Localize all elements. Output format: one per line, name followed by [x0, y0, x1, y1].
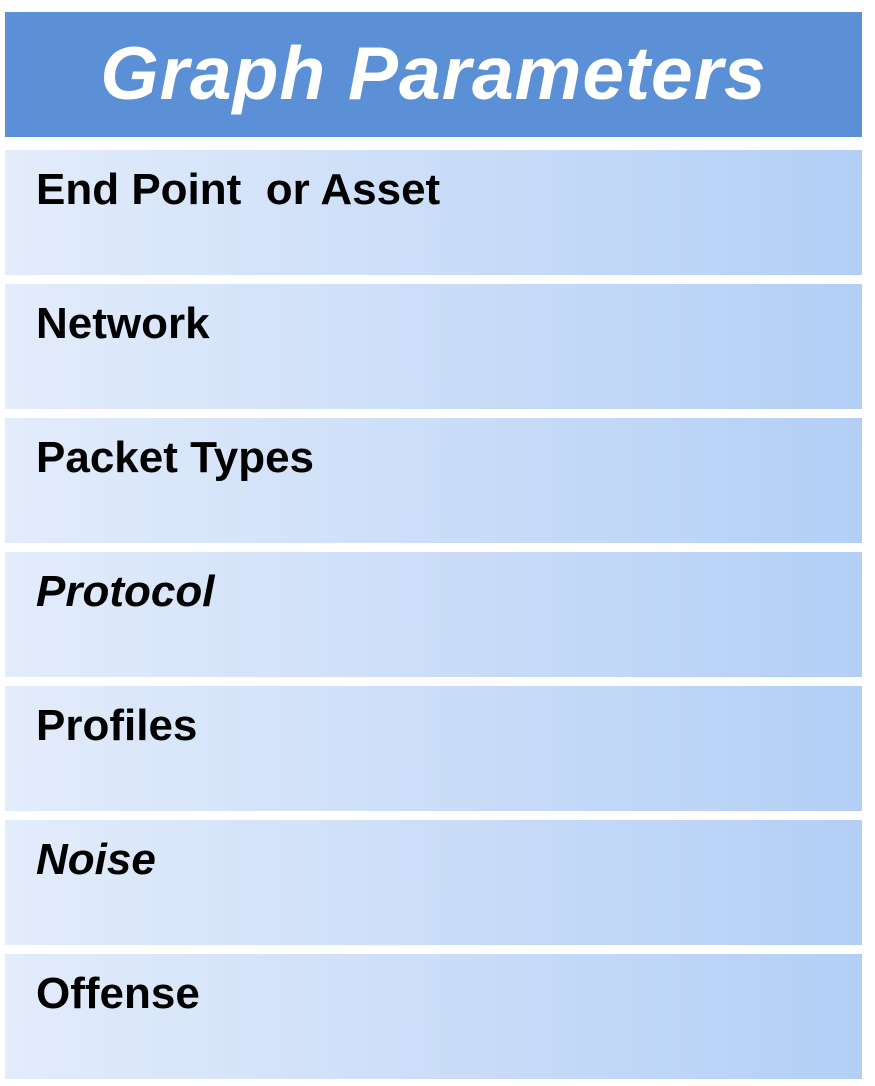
parameter-row-offense: Offense	[5, 954, 862, 1079]
parameter-row-network: Network	[5, 284, 862, 409]
graph-parameters-panel: Graph Parameters End Point or Asset Netw…	[5, 12, 862, 1079]
parameter-label: Packet Types	[36, 433, 315, 482]
parameter-label: Noise	[36, 835, 156, 884]
parameter-list: End Point or Asset Network Packet Types …	[5, 150, 862, 1079]
parameter-label: End Point or Asset	[36, 165, 441, 214]
parameter-row-end-point: End Point or Asset	[5, 150, 862, 275]
parameter-label: Network	[36, 299, 210, 348]
parameter-label: Offense	[36, 969, 200, 1018]
parameter-row-profiles: Profiles	[5, 686, 862, 811]
parameter-label: Protocol	[36, 567, 215, 616]
parameter-row-packet-types: Packet Types	[5, 418, 862, 543]
parameter-label: Profiles	[36, 701, 198, 750]
panel-header: Graph Parameters	[5, 12, 862, 137]
panel-title: Graph Parameters	[100, 31, 767, 115]
parameter-row-noise: Noise	[5, 820, 862, 945]
parameter-row-protocol: Protocol	[5, 552, 862, 677]
